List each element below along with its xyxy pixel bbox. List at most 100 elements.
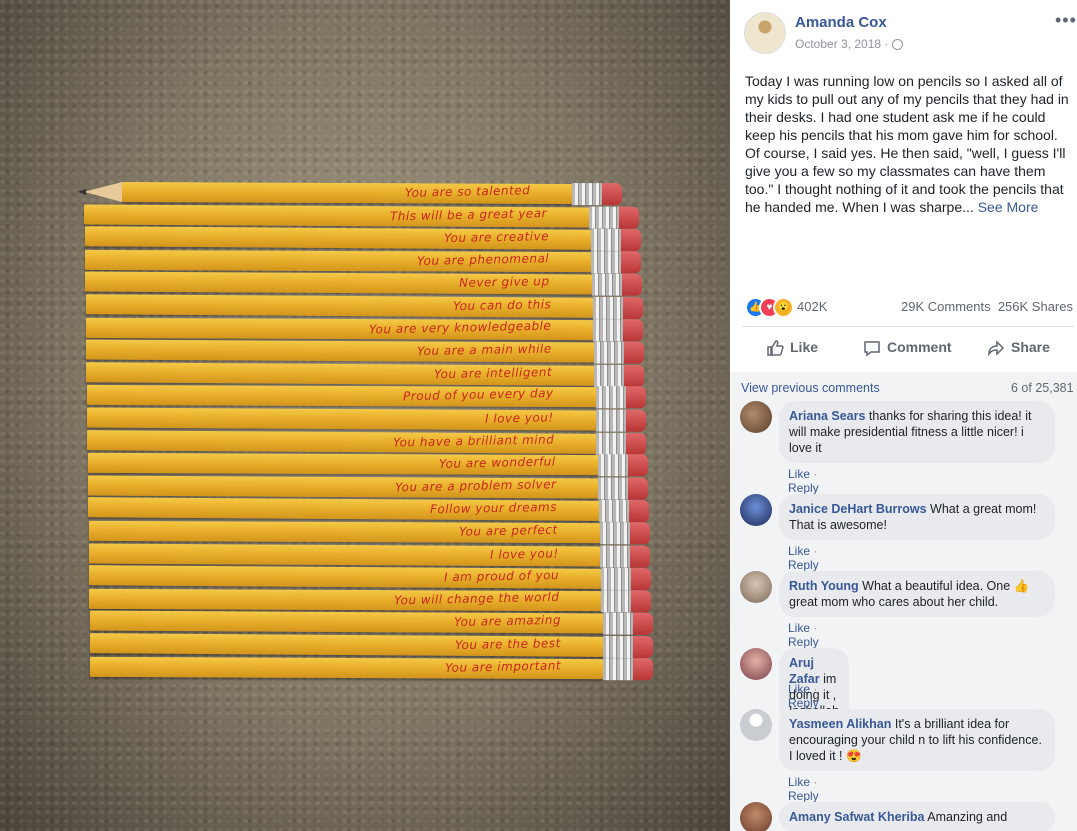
- like-label: Like: [790, 339, 819, 355]
- reaction-bar: 👍 ♥ 😮 402K 29K Comments 256K Shares: [745, 297, 1075, 318]
- comment-count: 6 of 25,381: [1011, 381, 1074, 395]
- author-avatar[interactable]: [744, 12, 786, 54]
- avatar[interactable]: [740, 648, 772, 680]
- pencil: You are a problem solver: [87, 475, 649, 500]
- pencil-ferrule: [591, 273, 622, 297]
- pencil-ferrule: [594, 364, 625, 387]
- pencil-message: You are a problem solver: [394, 476, 557, 495]
- pencil-message: You will change the world: [394, 589, 560, 608]
- avatar[interactable]: [740, 494, 772, 526]
- like-button[interactable]: Like: [766, 327, 818, 367]
- post-date[interactable]: October 3, 2018 ·: [795, 37, 904, 51]
- pencil-ferrule: [597, 454, 628, 477]
- pencil-message: You have a brilliant mind: [393, 432, 555, 450]
- commenter-name[interactable]: Yasmeen Alikhan: [789, 717, 891, 731]
- comment-like-link[interactable]: Like: [788, 467, 810, 481]
- pencil-message: You are the best: [455, 636, 562, 653]
- pencil-ferrule: [600, 568, 631, 591]
- pencil: You will change the world: [89, 588, 652, 613]
- pencil-eraser: [623, 341, 644, 364]
- pencil-message: You are phenomenal: [416, 250, 550, 268]
- view-previous-comments-link[interactable]: View previous comments: [741, 381, 880, 395]
- comment-reply-link[interactable]: Reply: [788, 635, 819, 649]
- commenter-name[interactable]: Amany Safwat Kheriba: [789, 810, 924, 824]
- pencil: You are wonderful: [87, 453, 648, 477]
- pencil-message: You are so talented: [404, 183, 531, 200]
- pencil-ferrule: [595, 386, 626, 409]
- pencil-ferrule: [598, 500, 629, 523]
- author-name[interactable]: Amanda Cox: [795, 14, 887, 31]
- pencil-ferrule: [590, 228, 621, 252]
- comment-like-link[interactable]: Like: [788, 682, 810, 696]
- avatar[interactable]: [740, 571, 772, 603]
- pencil-eraser: [628, 500, 649, 523]
- comment-bubble: Janice DeHart Burrows What a great mom! …: [779, 494, 1055, 540]
- comments-shares-count[interactable]: 29K Comments 256K Shares: [901, 299, 1073, 314]
- avatar[interactable]: [740, 709, 772, 741]
- comment-reply-link[interactable]: Reply: [788, 481, 819, 495]
- see-more-link[interactable]: See More: [978, 199, 1039, 215]
- pencil-eraser: [628, 477, 649, 500]
- commenter-name[interactable]: Ruth Young: [789, 579, 859, 593]
- comment-like-link[interactable]: Like: [788, 544, 810, 558]
- pencil: You are a main while: [86, 339, 644, 364]
- comment-reply-link[interactable]: Reply: [788, 696, 819, 710]
- pencil: Never give up: [85, 271, 642, 297]
- pencil-ferrule: [601, 589, 632, 613]
- pencil-eraser: [630, 545, 651, 568]
- pencil-ferrule: [591, 250, 622, 274]
- post-date-text[interactable]: October 3, 2018 ·: [795, 37, 888, 51]
- pencil: You can do this: [85, 294, 643, 320]
- avatar[interactable]: [740, 802, 772, 831]
- pencil-eraser: [631, 590, 652, 613]
- pencil-message: This will be a great year: [390, 205, 548, 223]
- post-photo[interactable]: You are so talented This will be a great …: [0, 0, 730, 831]
- pencil-ferrule: [603, 657, 634, 680]
- pencil-eraser: [622, 297, 643, 320]
- pencil-ferrule: [602, 635, 634, 659]
- share-button[interactable]: Share: [987, 327, 1050, 367]
- pencil: You are intelligent: [86, 361, 645, 387]
- commenter-name[interactable]: Janice DeHart Burrows: [789, 502, 927, 516]
- comment-like-link[interactable]: Like: [788, 621, 810, 635]
- comments-section: View previous comments 6 of 25,381 Arian…: [730, 372, 1077, 831]
- pencil-message: Proud of you every day: [402, 386, 554, 404]
- share-icon: [988, 340, 1005, 357]
- pencil: You have a brilliant mind: [87, 429, 647, 455]
- pencil-ferrule: [595, 409, 627, 432]
- pencil-ferrule: [593, 318, 624, 341]
- pencil-ferrule: [592, 296, 623, 320]
- comment-bubble: Yasmeen Alikhan It's a brilliant idea fo…: [779, 709, 1055, 771]
- pencil-message: Follow your dreams: [429, 500, 557, 517]
- pencil: You are creative: [84, 226, 641, 252]
- comment-bubble: Amany Safwat Kheriba Amanzing and: [779, 802, 1055, 831]
- pencil-eraser: [633, 657, 654, 680]
- pencil-tip: [83, 181, 123, 203]
- pencil-message: You can do this: [452, 297, 551, 314]
- pencil-eraser: [627, 454, 648, 477]
- pencil-eraser: [619, 206, 640, 229]
- comment-button[interactable]: Comment: [863, 327, 952, 367]
- wow-reaction-icon[interactable]: 😮: [773, 297, 794, 318]
- pencil-message: I love you!: [485, 410, 555, 426]
- comment-reply-link[interactable]: Reply: [788, 789, 819, 803]
- reaction-count[interactable]: 402K: [797, 299, 827, 314]
- pencil-eraser: [630, 568, 651, 591]
- comment-reply-link[interactable]: Reply: [788, 558, 819, 572]
- comment-icon: [864, 341, 880, 357]
- commenter-name[interactable]: Ariana Sears: [789, 409, 865, 423]
- thumbs-up-icon: [767, 340, 784, 356]
- globe-icon: [892, 39, 904, 50]
- pencil: Proud of you every day: [86, 385, 646, 409]
- more-options-icon[interactable]: •••: [1055, 10, 1077, 31]
- comment-bubble: Ruth Young What a beautiful idea. One 👍 …: [779, 571, 1055, 617]
- pencil-eraser: [623, 318, 644, 341]
- pencil: You are perfect: [88, 520, 650, 545]
- pencil: Follow your dreams: [88, 497, 649, 523]
- avatar[interactable]: [740, 401, 772, 433]
- pencil-eraser: [632, 613, 653, 636]
- pencil-ferrule: [593, 341, 624, 364]
- comment-label: Comment: [887, 339, 952, 355]
- pencil-message: You are a main while: [417, 341, 553, 359]
- comment-like-link[interactable]: Like: [788, 775, 810, 789]
